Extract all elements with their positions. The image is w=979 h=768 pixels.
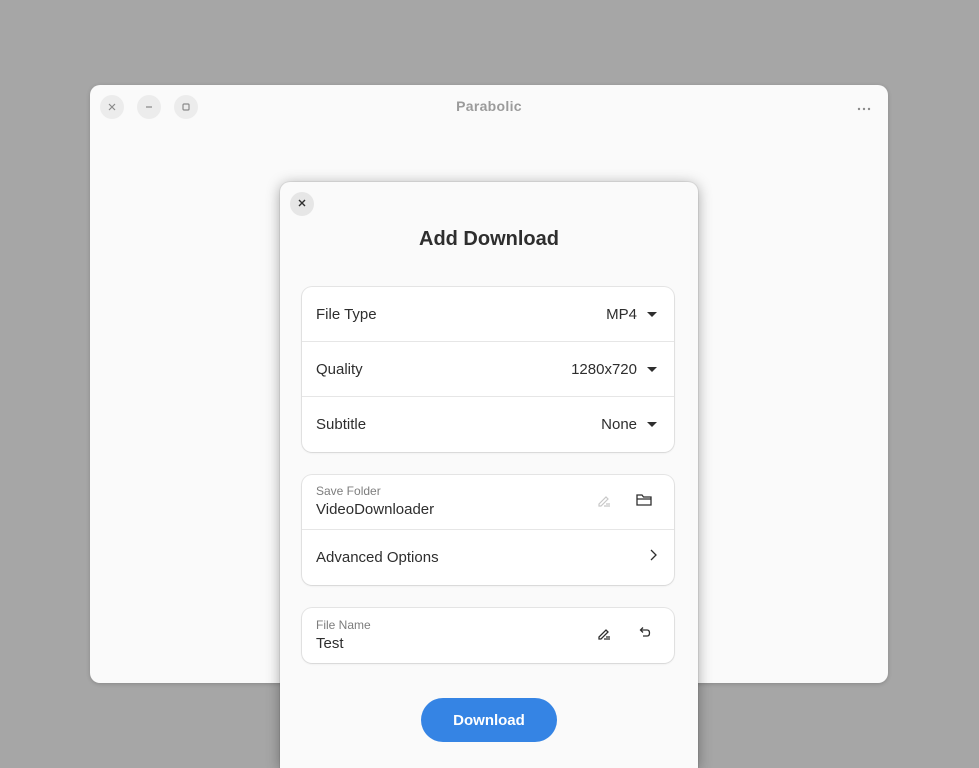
download-button[interactable]: Download	[421, 698, 557, 742]
quality-label: Quality	[316, 360, 363, 378]
close-icon	[297, 195, 307, 213]
advanced-options-row[interactable]: Advanced Options	[302, 530, 674, 585]
subtitle-label: Subtitle	[316, 416, 367, 433]
select-folder-button[interactable]	[628, 486, 660, 518]
revert-file-name-button[interactable]	[628, 620, 660, 652]
file-name-caption: File Name	[316, 617, 371, 632]
format-group: File Type MP4 Quality 1280x720 Subtitle …	[302, 287, 674, 452]
file-name-value: Test	[316, 634, 344, 652]
window-title: Parabolic	[456, 98, 522, 114]
quality-value: 1280x720	[571, 360, 637, 378]
advanced-options-label: Advanced Options	[316, 549, 439, 566]
subtitle-value: None	[601, 416, 637, 433]
save-folder-edit-indicator	[588, 486, 620, 518]
quality-row[interactable]: Quality 1280x720	[302, 342, 674, 397]
dialog-title: Add Download	[419, 228, 559, 250]
undo-icon	[637, 626, 651, 645]
folder-icon	[635, 492, 653, 513]
save-folder-value: VideoDownloader	[316, 501, 435, 518]
file-name-row: File Name Test	[302, 608, 674, 663]
dialog-close-button[interactable]	[290, 192, 314, 216]
caret-down-icon	[647, 422, 657, 427]
name-group: File Name Test	[302, 608, 674, 663]
file-type-row[interactable]: File Type MP4	[302, 287, 674, 342]
edit-icon	[596, 625, 612, 646]
more-icon	[857, 98, 871, 116]
caret-down-icon	[647, 311, 657, 317]
add-download-dialog: Add Download File Type MP4 Quality 1280x…	[280, 182, 698, 768]
main-menu-button[interactable]	[854, 97, 874, 117]
caret-down-icon	[647, 366, 657, 372]
title-bar: Parabolic	[90, 85, 888, 129]
save-folder-entry[interactable]: Save Folder VideoDownloader	[316, 484, 580, 520]
chevron-right-icon	[648, 548, 658, 567]
subtitle-row[interactable]: Subtitle None	[302, 397, 674, 452]
file-type-value: MP4	[606, 305, 637, 323]
file-name-entry[interactable]: File Name Test	[316, 618, 580, 654]
edit-icon	[596, 492, 612, 513]
save-group: Save Folder VideoDownloader Advanced Opt…	[302, 475, 674, 585]
save-folder-row: Save Folder VideoDownloader	[302, 475, 674, 530]
file-type-label: File Type	[316, 305, 377, 323]
file-name-edit-button[interactable]	[588, 620, 620, 652]
save-folder-caption: Save Folder	[316, 484, 381, 498]
